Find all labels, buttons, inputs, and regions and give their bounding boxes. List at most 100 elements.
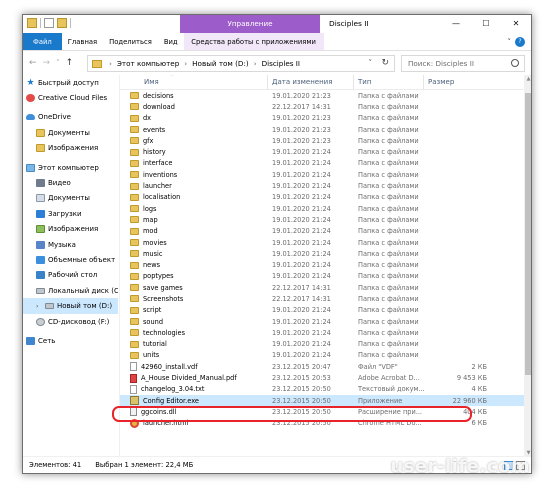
refresh-icon[interactable]: ↻	[381, 58, 389, 68]
file-name-cell[interactable]: mod	[120, 227, 268, 235]
file-row[interactable]: sound 19.01.2020 21:24 Папка с файлами	[120, 316, 531, 327]
back-arrow-icon[interactable]: ←	[29, 58, 37, 68]
nav-item[interactable]: Документы	[23, 191, 118, 206]
file-row[interactable]: units 19.01.2020 21:24 Папка с файлами	[120, 350, 531, 361]
new-folder-icon[interactable]	[57, 18, 67, 28]
tab-file[interactable]: Файл	[23, 33, 62, 50]
nav-item[interactable]: Объемные объект	[23, 252, 118, 267]
file-name-cell[interactable]: Config Editor.exe	[120, 396, 268, 406]
file-name-cell[interactable]: interface	[120, 159, 268, 167]
file-name-cell[interactable]: Screenshots	[120, 295, 268, 303]
address-dropdown-icon[interactable]: ˅	[369, 59, 373, 67]
file-row[interactable]: gfx 19.01.2020 21:23 Папка с файлами	[120, 135, 531, 146]
maximize-button[interactable]: ☐	[471, 15, 501, 33]
file-row[interactable]: download 22.12.2017 14:31 Папка с файлами	[120, 101, 531, 112]
nav-item[interactable]: Документы	[23, 125, 118, 140]
nav-item[interactable]: Локальный диск (C	[23, 283, 118, 298]
scrollbar-thumb[interactable]	[525, 93, 531, 375]
column-header-name[interactable]: Имя	[120, 75, 268, 90]
breadcrumb-disciples[interactable]: Disciples II	[262, 59, 300, 68]
file-name-cell[interactable]: technologies	[120, 329, 268, 337]
recent-locations-icon[interactable]: ˅	[56, 59, 60, 67]
file-name-cell[interactable]: launcher.html	[120, 418, 268, 428]
breadcrumb-separator[interactable]: ›	[251, 59, 260, 68]
file-name-cell[interactable]: A_House Divided_Manual.pdf	[120, 373, 268, 383]
file-row[interactable]: script 19.01.2020 21:24 Папка с файлами	[120, 305, 531, 316]
file-row[interactable]: dx 19.01.2020 21:23 Папка с файлами	[120, 113, 531, 124]
nav-item[interactable]: Creative Cloud Files	[23, 90, 118, 105]
file-name-cell[interactable]: history	[120, 148, 268, 156]
breadcrumb-drive-d[interactable]: Новый том (D:)	[192, 59, 249, 68]
file-name-cell[interactable]: logs	[120, 205, 268, 213]
file-name-cell[interactable]: events	[120, 126, 268, 134]
column-header-size[interactable]: Размер	[424, 75, 489, 90]
file-name-cell[interactable]: changelog_3.04.txt	[120, 384, 268, 394]
file-row[interactable]: launcher.html 23.12.2015 20:50 Chrome HTML…	[120, 418, 531, 429]
file-row[interactable]: music 19.01.2020 21:24 Папка с файлами	[120, 248, 531, 259]
nav-item[interactable]: Изображения	[23, 222, 118, 237]
file-row[interactable]: ggcoins.dll 23.12.2015 20:50 Расширение пр…	[120, 406, 531, 417]
help-icon[interactable]: ?	[515, 36, 525, 47]
nav-item[interactable]: Рабочий стол	[23, 268, 118, 283]
file-name-cell[interactable]: dx	[120, 114, 268, 122]
file-row[interactable]: interface 19.01.2020 21:24 Папка с файлами	[120, 158, 531, 169]
file-name-cell[interactable]: tutorial	[120, 340, 268, 348]
tab-share[interactable]: Поделиться	[103, 33, 158, 50]
nav-item[interactable]: Сеть	[23, 333, 118, 348]
file-name-cell[interactable]: news	[120, 261, 268, 269]
file-row[interactable]: inventions 19.01.2020 21:24 Папка с файлам…	[120, 169, 531, 180]
file-row[interactable]: save games 22.12.2017 14:31 Папка с файлам…	[120, 282, 531, 293]
file-row[interactable]: technologies 19.01.2020 21:24 Папка с файл…	[120, 327, 531, 338]
search-input[interactable]: Поиск: Disciples II	[401, 54, 525, 72]
column-header-type[interactable]: Тип	[354, 75, 424, 90]
nav-item[interactable]: Загрузки	[23, 206, 118, 221]
file-row[interactable]: localisation 19.01.2020 21:24 Папка с файл…	[120, 192, 531, 203]
file-row[interactable]: mod 19.01.2020 21:24 Папка с файлами	[120, 226, 531, 237]
address-bar[interactable]: › Этот компьютер › Новый том (D:) › Disc…	[87, 54, 395, 72]
file-name-cell[interactable]: decisions	[120, 92, 268, 100]
nav-item[interactable]: Изображения	[23, 141, 118, 156]
nav-item[interactable]: OneDrive	[23, 110, 118, 125]
file-row[interactable]: logs 19.01.2020 21:24 Папка с файлами	[120, 203, 531, 214]
file-row[interactable]: A_House Divided_Manual.pdf 23.12.2015 20:…	[120, 372, 531, 383]
file-row[interactable]: history 19.01.2020 21:24 Папка с файлами	[120, 146, 531, 157]
file-name-cell[interactable]: poptypes	[120, 272, 268, 280]
file-name-cell[interactable]: script	[120, 306, 268, 314]
folder-icon[interactable]	[27, 18, 37, 28]
tab-view[interactable]: Вид	[158, 33, 184, 50]
minimize-button[interactable]: —	[441, 15, 471, 33]
file-name-cell[interactable]: units	[120, 351, 268, 359]
file-name-cell[interactable]: localisation	[120, 193, 268, 201]
file-name-cell[interactable]: 42960_install.vdf	[120, 362, 268, 372]
file-row[interactable]: changelog_3.04.txt 23.12.2015 20:50 Тексто…	[120, 384, 531, 395]
file-row[interactable]: decisions 19.01.2020 21:23 Папка с файлами	[120, 90, 531, 101]
tab-home[interactable]: Главная	[62, 33, 103, 50]
breadcrumb-this-pc[interactable]: Этот компьютер	[117, 59, 179, 68]
file-name-cell[interactable]: ggcoins.dll	[120, 407, 268, 417]
file-row[interactable]: Screenshots 22.12.2017 14:31 Папка с файла…	[120, 293, 531, 304]
file-row[interactable]: poptypes 19.01.2020 21:24 Папка с файлами	[120, 271, 531, 282]
file-row[interactable]: map 19.01.2020 21:24 Папка с файлами	[120, 214, 531, 225]
scroll-up-icon[interactable]: ▲	[524, 75, 531, 84]
file-name-cell[interactable]: inventions	[120, 171, 268, 179]
file-name-cell[interactable]: launcher	[120, 182, 268, 190]
nav-item[interactable]: Видео	[23, 175, 118, 190]
nav-item[interactable]: CD-дисковод (F:)	[23, 314, 118, 329]
tab-application-tools[interactable]: Средства работы с приложениями	[183, 33, 324, 50]
file-row[interactable]: events 19.01.2020 21:23 Папка с файлами	[120, 124, 531, 135]
file-name-cell[interactable]: movies	[120, 239, 268, 247]
file-name-cell[interactable]: sound	[120, 318, 268, 326]
file-row[interactable]: Config Editor.exe 23.12.2015 20:50 Приложе…	[120, 395, 531, 407]
nav-item[interactable]: ★ Быстрый доступ	[23, 75, 118, 90]
file-row[interactable]: movies 19.01.2020 21:24 Папка с файлами	[120, 237, 531, 248]
file-row[interactable]: 42960_install.vdf 23.12.2015 20:47 Файл "V…	[120, 361, 531, 372]
file-row[interactable]: news 19.01.2020 21:24 Папка с файлами	[120, 259, 531, 270]
vertical-scrollbar[interactable]: ▲ ▼	[524, 75, 531, 458]
up-arrow-icon[interactable]: ↑	[66, 58, 74, 68]
column-header-date[interactable]: Дата изменения	[268, 75, 354, 90]
file-name-cell[interactable]: music	[120, 250, 268, 258]
file-name-cell[interactable]: map	[120, 216, 268, 224]
expand-chevron-icon[interactable]: ›	[36, 303, 42, 310]
properties-icon[interactable]	[44, 18, 54, 28]
nav-item[interactable]: › Новый том (D:)	[23, 298, 118, 314]
